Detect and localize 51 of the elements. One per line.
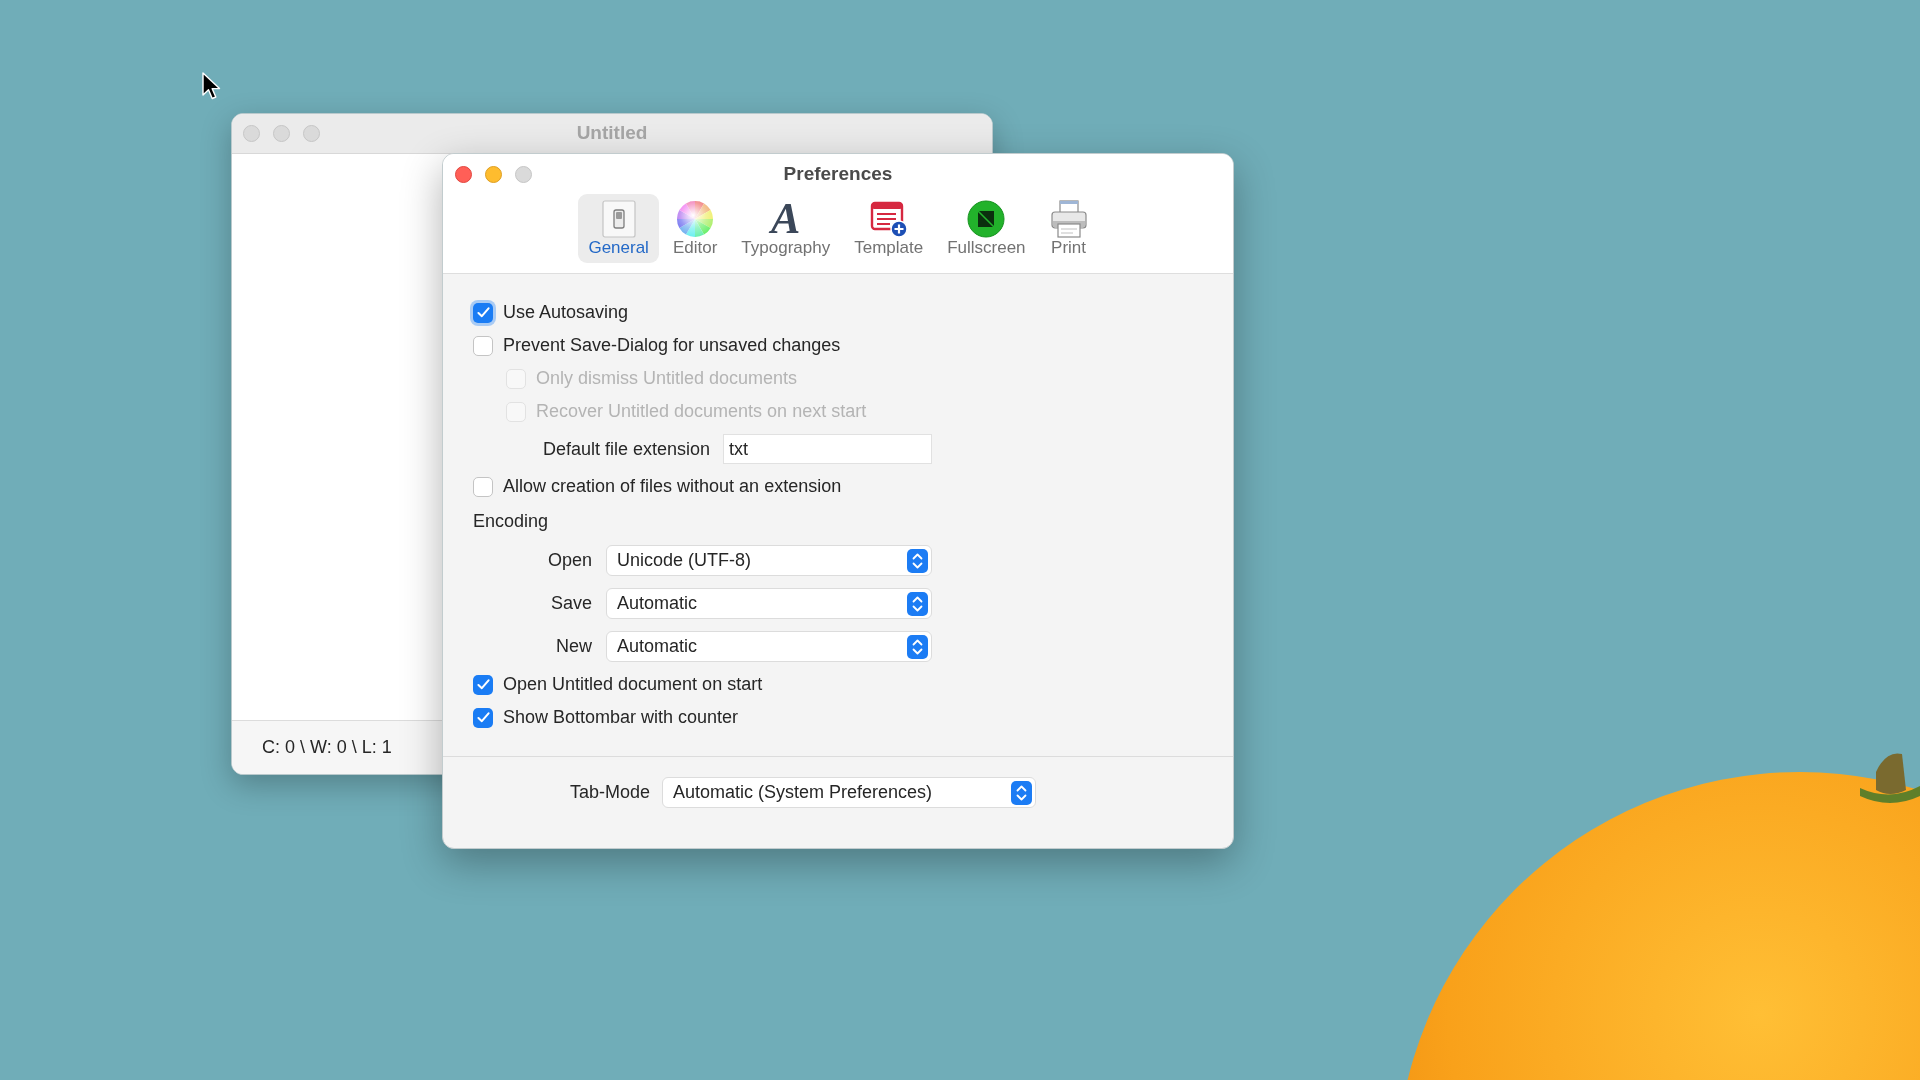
window-title: Untitled <box>576 121 648 146</box>
checkbox-label: Prevent Save-Dialog for unsaved changes <box>503 334 841 357</box>
checkmark-icon <box>476 679 490 690</box>
checkmark-icon <box>476 307 490 318</box>
zoom-button[interactable] <box>303 125 320 142</box>
checkbox[interactable] <box>473 707 493 728</box>
minimize-button[interactable] <box>485 165 502 183</box>
field-label: New <box>555 635 592 658</box>
checkbox-label: Recover Untitled documents on next start <box>536 400 867 423</box>
stepper-icon <box>907 634 928 659</box>
field-label: Save <box>549 592 592 615</box>
window-title: Preferences <box>783 161 893 186</box>
checkbox[interactable] <box>473 674 493 695</box>
checkbox-label: Only dismiss Untitled documents <box>536 367 798 390</box>
checkbox-label: Show Bottombar with counter <box>503 706 739 729</box>
text-field[interactable]: txt <box>723 434 932 464</box>
checkbox[interactable] <box>473 335 493 356</box>
checkbox[interactable] <box>473 476 493 497</box>
switch-icon <box>599 200 638 238</box>
toolbar-tab[interactable]: Print <box>1039 194 1098 263</box>
counter-text: C: 0 \ W: 0 \ L: 1 <box>262 736 392 759</box>
field-label: Default file extension <box>541 437 710 461</box>
pointer-icon <box>202 72 221 100</box>
field-label: Tab-Mode <box>568 781 650 804</box>
toolbar-tab[interactable]: Editor <box>662 194 728 263</box>
toolbar-tab[interactable]: Fullscreen <box>937 194 1036 263</box>
zoom-button[interactable] <box>515 165 532 183</box>
dropdown[interactable]: Automatic <box>606 588 932 619</box>
section-heading: Encoding <box>473 509 549 533</box>
document-plus-icon <box>869 200 908 238</box>
stepper-icon <box>907 548 928 573</box>
toolbar-tab[interactable]: General <box>578 194 659 263</box>
field-label: Open <box>546 549 592 572</box>
letter-icon: A <box>766 200 805 238</box>
checkbox[interactable] <box>470 299 496 326</box>
stepper-icon <box>907 591 928 616</box>
checkbox-label: Allow creation of files without an extension <box>503 475 842 498</box>
checkbox-label: Use Autosaving <box>503 301 629 324</box>
dropdown[interactable]: Automatic <box>606 631 932 662</box>
toolbar-tab[interactable]: A Typography <box>731 194 841 263</box>
toolbar-tab[interactable]: Template <box>844 194 934 263</box>
stepper-icon <box>1011 780 1032 805</box>
dropdown[interactable]: Automatic (System Preferences) <box>662 777 1036 808</box>
checkmark-icon <box>476 712 490 723</box>
color-wheel-icon <box>676 200 715 238</box>
minimize-button[interactable] <box>273 125 290 142</box>
fullscreen-icon <box>967 200 1006 238</box>
dropdown[interactable]: Unicode (UTF-8) <box>606 545 932 576</box>
close-button[interactable] <box>455 165 472 183</box>
printer-icon <box>1049 200 1088 238</box>
checkbox-label: Open Untitled document on start <box>503 673 763 696</box>
